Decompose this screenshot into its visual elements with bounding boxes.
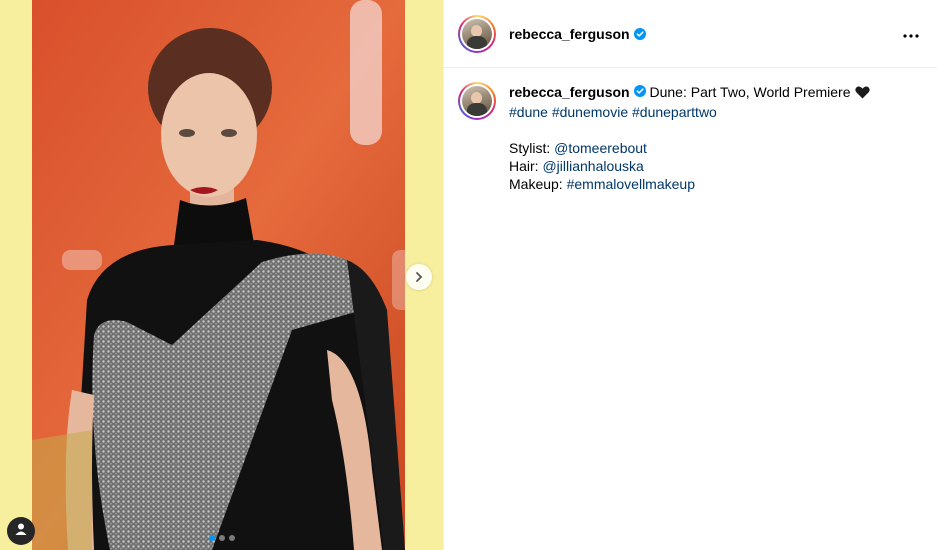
caption-comment: rebecca_ferguson Dune: Part Two, World P… <box>444 68 937 193</box>
carousel-dot <box>208 535 215 541</box>
avatar[interactable] <box>458 82 496 120</box>
credit-label: Makeup: <box>509 176 567 192</box>
post-sidebar: rebecca_ferguson rebecca_ferguson Dune: … <box>443 0 937 550</box>
three-dots-icon <box>903 25 919 43</box>
credit-label: Hair: <box>509 158 543 174</box>
credit-label: Stylist: <box>509 140 555 156</box>
person-tag-icon <box>14 522 28 541</box>
carousel-dot <box>218 535 225 541</box>
avatar-image <box>462 86 492 116</box>
credit-line: Stylist: @tomeerebout <box>509 139 919 157</box>
carousel-dot <box>228 535 235 541</box>
credit-line: Hair: @jillianhalouska <box>509 157 919 175</box>
caption-body: rebecca_ferguson Dune: Part Two, World P… <box>509 82 919 193</box>
verified-badge-icon <box>633 27 646 40</box>
author-username[interactable]: rebecca_ferguson <box>509 26 630 42</box>
avatar-image <box>462 18 492 49</box>
caption-text: Dune: Part Two, World Premiere <box>649 84 851 100</box>
mention-link[interactable]: @tomeerebout <box>554 140 647 156</box>
next-photo-button[interactable] <box>406 264 432 290</box>
hashtag-link[interactable]: #emmalovellmakeup <box>567 176 695 192</box>
hashtag-link[interactable]: #dune <box>509 104 548 120</box>
post-header: rebecca_ferguson <box>444 0 937 68</box>
carousel-indicator <box>0 535 443 541</box>
avatar[interactable] <box>458 14 496 53</box>
hashtag-line: #dune #dunemovie #duneparttwo <box>509 103 919 121</box>
hashtag-link[interactable]: #dunemovie <box>552 104 628 120</box>
credit-line: Makeup: #emmalovellmakeup <box>509 175 919 193</box>
caption-author[interactable]: rebecca_ferguson <box>509 84 630 100</box>
mention-link[interactable]: @jillianhalouska <box>542 158 643 174</box>
post-media[interactable] <box>0 0 443 550</box>
tagged-people-button[interactable] <box>7 517 35 545</box>
hashtag-link[interactable]: #duneparttwo <box>632 104 717 120</box>
verified-badge-icon <box>633 85 646 97</box>
more-options-button[interactable] <box>899 22 923 46</box>
chevron-right-icon <box>413 271 425 283</box>
post-photo <box>32 0 405 550</box>
black-heart-icon <box>854 85 870 103</box>
